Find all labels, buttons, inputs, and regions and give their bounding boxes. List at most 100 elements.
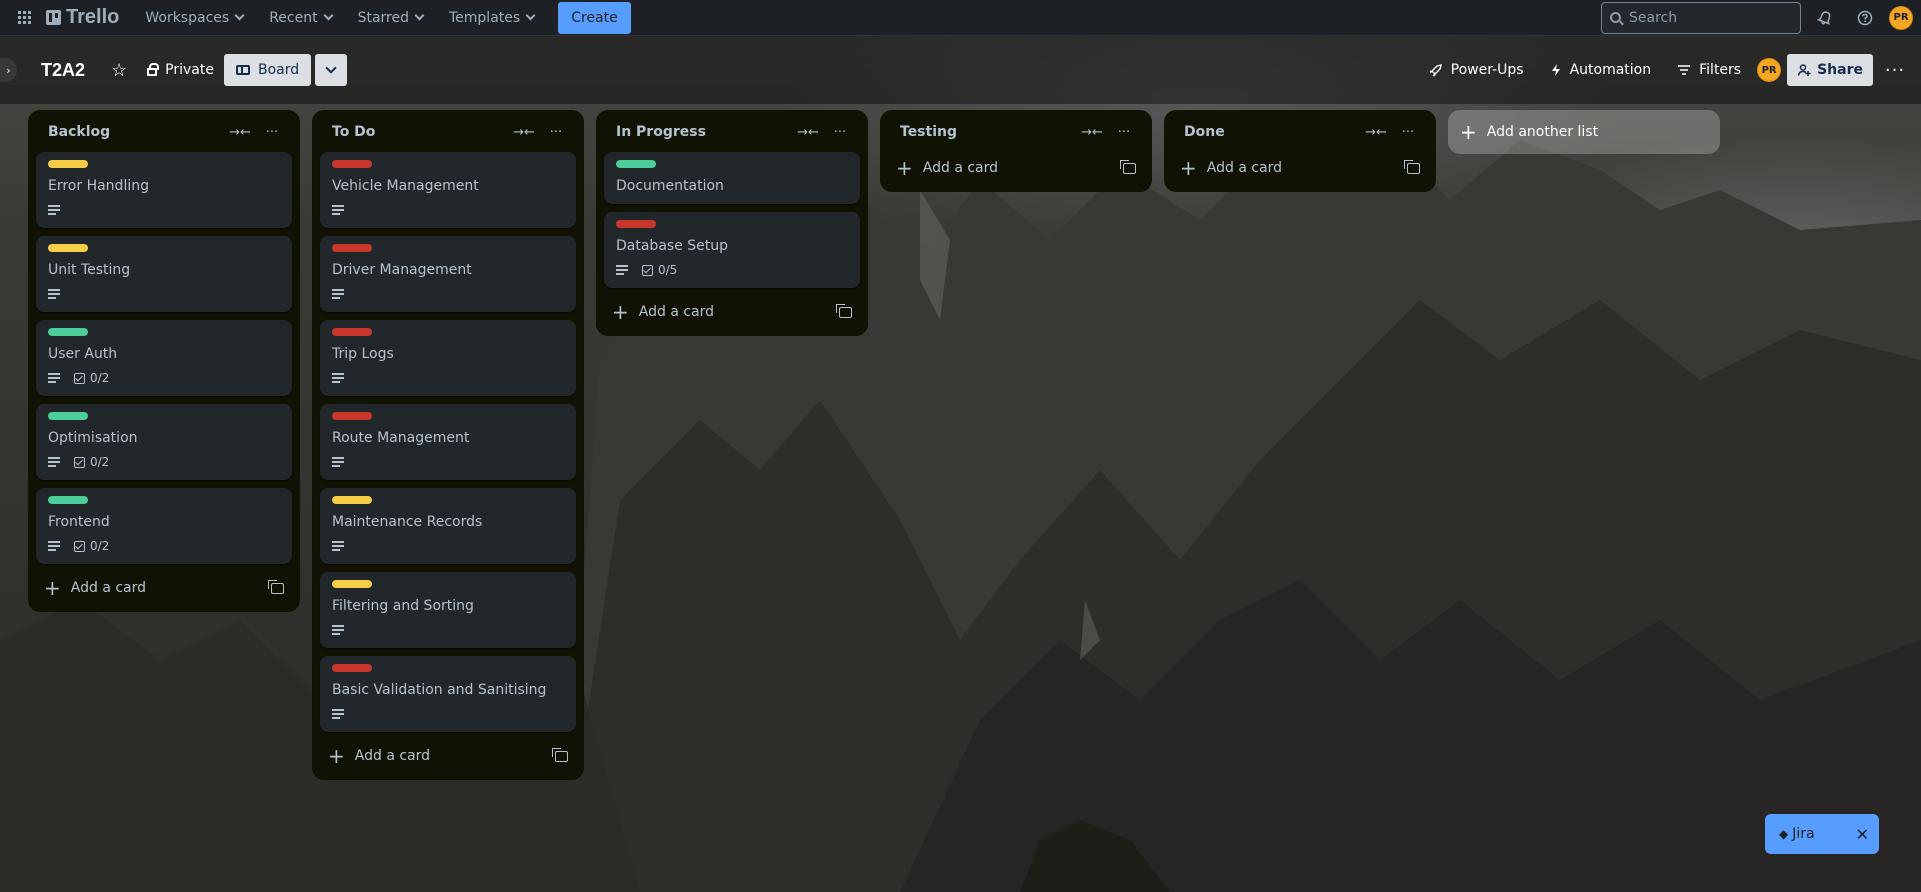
list-title[interactable]: Testing: [900, 124, 1076, 140]
collapse-list-icon[interactable]: →←: [224, 125, 256, 140]
card[interactable]: Documentation: [604, 152, 860, 204]
collapse-list-icon[interactable]: →←: [1360, 125, 1392, 140]
checklist-icon: [642, 264, 653, 276]
add-card-button[interactable]: + Add a card: [888, 152, 1144, 184]
create-from-template-icon[interactable]: [836, 303, 852, 318]
list-actions-icon[interactable]: ···: [540, 125, 572, 140]
board-header-actions: Power-Ups Automation Filters PR Share ··…: [1419, 54, 1911, 86]
nav-menu: Workspaces Recent Starred Templates Crea…: [133, 1, 631, 34]
add-card-button[interactable]: + Add a card: [604, 296, 860, 328]
collapse-list-icon[interactable]: →←: [792, 125, 824, 140]
collapse-list-icon[interactable]: →←: [508, 125, 540, 140]
help-icon[interactable]: [1849, 2, 1881, 34]
card-label[interactable]: [616, 220, 656, 228]
list-actions-icon[interactable]: ···: [1108, 125, 1140, 140]
card[interactable]: Driver Management: [320, 236, 576, 312]
create-from-template-icon[interactable]: [552, 747, 568, 762]
filter-icon: [1678, 65, 1691, 75]
card-label[interactable]: [332, 244, 372, 252]
card-label[interactable]: [48, 496, 88, 504]
card[interactable]: Trip Logs: [320, 320, 576, 396]
card-title: Unit Testing: [48, 262, 131, 278]
jira-widget[interactable]: ◆ Jira ✕: [1765, 814, 1879, 854]
card-label[interactable]: [332, 664, 372, 672]
app-switcher-icon[interactable]: [8, 2, 40, 34]
add-another-list-button[interactable]: + Add another list: [1448, 110, 1720, 154]
card-label[interactable]: [48, 328, 88, 336]
list-actions-icon[interactable]: ···: [1392, 125, 1424, 140]
logo-text: Trello: [66, 6, 120, 28]
list-header: Backlog →← ···: [36, 118, 292, 146]
add-card-button[interactable]: + Add a card: [36, 572, 292, 604]
create-from-template-icon[interactable]: [268, 579, 284, 594]
card[interactable]: Error Handling: [36, 152, 292, 228]
list-title[interactable]: Done: [1184, 124, 1360, 140]
card[interactable]: Basic Validation and Sanitising: [320, 656, 576, 732]
card-label[interactable]: [48, 160, 88, 168]
card-badges: [332, 366, 564, 390]
add-card-button[interactable]: + Add a card: [1172, 152, 1428, 184]
card[interactable]: Filtering and Sorting: [320, 572, 576, 648]
create-button[interactable]: Create: [558, 1, 631, 34]
create-from-template-icon[interactable]: [1120, 159, 1136, 174]
automation-button[interactable]: Automation: [1540, 54, 1662, 86]
rocket-icon: [1429, 64, 1442, 77]
filters-button[interactable]: Filters: [1667, 54, 1751, 86]
list-title[interactable]: To Do: [332, 124, 508, 140]
list-title[interactable]: Backlog: [48, 124, 224, 140]
card-label[interactable]: [48, 412, 88, 420]
card-label[interactable]: [332, 496, 372, 504]
checklist-badge: 0/2: [74, 539, 109, 553]
board-menu-icon[interactable]: ···: [1879, 60, 1911, 81]
card[interactable]: Database Setup 0/5: [604, 212, 860, 288]
card[interactable]: Route Management: [320, 404, 576, 480]
board-view-button[interactable]: Board: [223, 54, 312, 86]
notifications-icon[interactable]: [1809, 2, 1841, 34]
templates-label: Templates: [449, 9, 521, 26]
templates-menu-button[interactable]: Templates: [437, 2, 546, 34]
star-board-button[interactable]: ☆: [101, 54, 137, 86]
description-icon: [332, 205, 344, 215]
card[interactable]: Optimisation 0/2: [36, 404, 292, 480]
trello-logo[interactable]: Trello: [46, 6, 119, 29]
add-card-button[interactable]: + Add a card: [320, 740, 576, 772]
close-icon[interactable]: ✕: [1856, 825, 1869, 844]
card-label[interactable]: [332, 580, 372, 588]
user-avatar[interactable]: PR: [1889, 5, 1913, 30]
share-button[interactable]: Share: [1787, 54, 1873, 86]
list-actions-icon[interactable]: ···: [256, 125, 288, 140]
board-title[interactable]: T2A2: [41, 60, 85, 81]
visibility-button[interactable]: Private: [137, 54, 224, 86]
card-label[interactable]: [48, 244, 88, 252]
card-badges: 0/5: [616, 258, 848, 282]
card-label[interactable]: [332, 160, 372, 168]
create-from-template-icon[interactable]: [1404, 159, 1420, 174]
workspaces-menu-button[interactable]: Workspaces: [133, 2, 255, 34]
views-dropdown-button[interactable]: [315, 54, 348, 86]
powerups-button[interactable]: Power-Ups: [1419, 54, 1534, 86]
starred-menu-button[interactable]: Starred: [346, 2, 435, 34]
expand-sidebar-icon[interactable]: ›: [0, 58, 17, 82]
add-person-icon: [1797, 64, 1811, 76]
card[interactable]: Frontend 0/2: [36, 488, 292, 564]
card-label[interactable]: [332, 328, 372, 336]
chevron-down-icon: [525, 10, 536, 21]
card-label[interactable]: [616, 160, 656, 168]
card-title: Trip Logs: [332, 346, 394, 362]
card-badges: [332, 702, 564, 726]
list-header: Testing →← ···: [888, 118, 1144, 146]
chevron-down-icon: [414, 10, 425, 21]
card-label[interactable]: [332, 412, 372, 420]
list-actions-icon[interactable]: ···: [824, 125, 856, 140]
list-title[interactable]: In Progress: [616, 124, 792, 140]
card[interactable]: Maintenance Records: [320, 488, 576, 564]
recent-menu-button[interactable]: Recent: [257, 2, 343, 34]
card[interactable]: Vehicle Management: [320, 152, 576, 228]
card[interactable]: User Auth 0/2: [36, 320, 292, 396]
collapse-list-icon[interactable]: →←: [1076, 125, 1108, 140]
add-card-label: Add a card: [70, 580, 147, 596]
search-input[interactable]: Search: [1601, 1, 1801, 34]
description-icon: [332, 373, 344, 383]
board-member-avatar[interactable]: PR: [1757, 58, 1782, 82]
card[interactable]: Unit Testing: [36, 236, 292, 312]
